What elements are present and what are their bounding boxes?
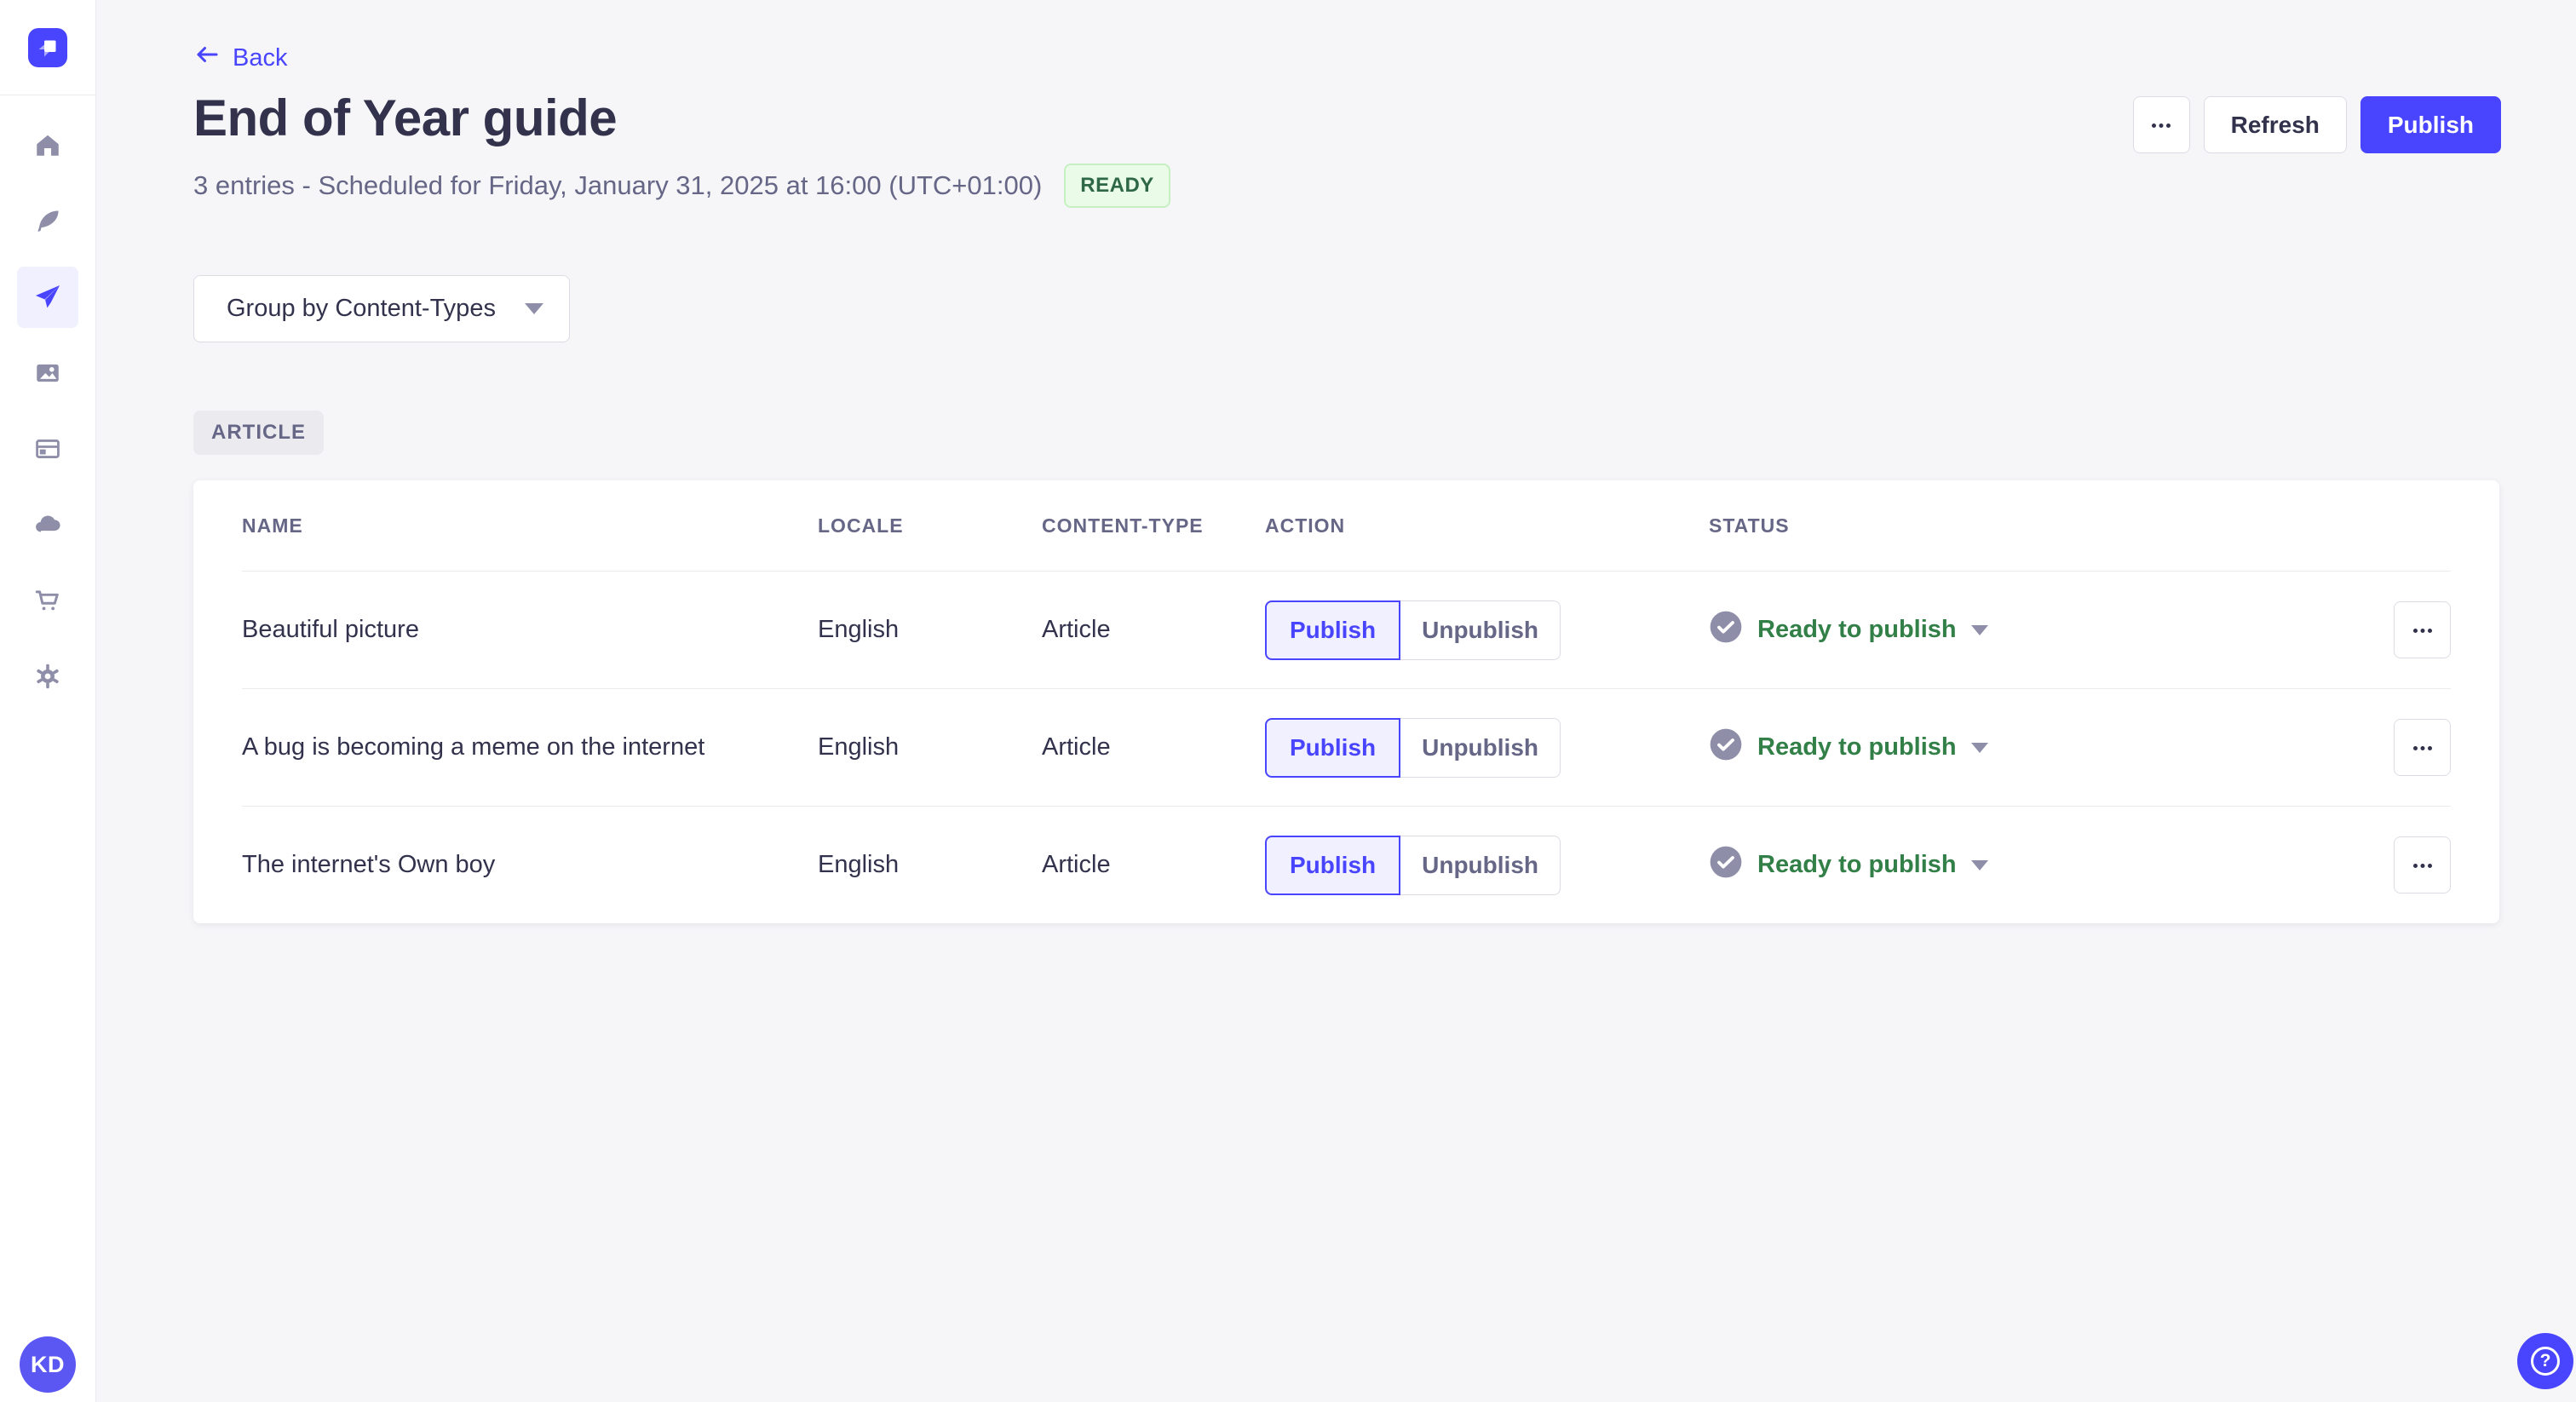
sidebar-item-settings[interactable] xyxy=(17,646,78,707)
back-link[interactable]: Back xyxy=(193,41,287,75)
check-circle-icon xyxy=(1709,845,1743,886)
publish-toggle-button[interactable]: Publish xyxy=(1265,717,1401,778)
row-more-button[interactable] xyxy=(2394,836,2451,893)
header-actions: Refresh Publish xyxy=(2132,96,2501,153)
release-more-button[interactable] xyxy=(2132,96,2190,153)
page-title: End of Year guide xyxy=(193,89,618,147)
sidebar-nav xyxy=(0,115,95,707)
unpublish-toggle-button[interactable]: Unpublish xyxy=(1400,717,1561,778)
sidebar-item-home[interactable] xyxy=(17,115,78,176)
check-circle-icon xyxy=(1709,727,1743,768)
home-icon xyxy=(33,131,62,160)
entry-content-type: Article xyxy=(1042,616,1111,643)
cloud-icon xyxy=(32,509,63,540)
entry-status-dropdown[interactable]: Ready to publish xyxy=(1709,727,2394,768)
column-header-content-type: CONTENT-TYPE xyxy=(1042,514,1204,537)
entry-status-dropdown[interactable]: Ready to publish xyxy=(1709,845,2394,886)
table-row: Beautiful picture English Article Publis… xyxy=(242,571,2451,688)
strapi-logo[interactable] xyxy=(0,0,95,95)
row-more-button[interactable] xyxy=(2394,601,2451,658)
sidebar-item-content-manager[interactable] xyxy=(17,191,78,252)
table-row: The internet's Own boy English Article P… xyxy=(242,806,2451,923)
publish-toggle-button[interactable]: Publish xyxy=(1265,835,1401,895)
chevron-down-icon xyxy=(1970,859,1988,871)
table-header-row: NAME LOCALE CONTENT-TYPE ACTION STATUS xyxy=(242,480,2451,571)
check-circle-icon xyxy=(1709,610,1743,651)
status-label: Ready to publish xyxy=(1757,616,1957,643)
more-dots-icon xyxy=(2412,859,2433,871)
column-header-name: NAME xyxy=(242,514,303,537)
gear-icon xyxy=(33,662,62,691)
publish-state-toggle: Publish Unpublish xyxy=(1265,835,1561,895)
content-type-group-badge: ARTICLE xyxy=(193,411,324,455)
release-subtitle-row: 3 entries - Scheduled for Friday, Januar… xyxy=(193,164,1170,208)
refresh-button[interactable]: Refresh xyxy=(2203,96,2347,153)
images-icon xyxy=(33,359,62,388)
entry-action-cell: Publish Unpublish xyxy=(1265,600,1709,660)
sidebar-item-marketplace[interactable] xyxy=(17,570,78,631)
entry-status-dropdown[interactable]: Ready to publish xyxy=(1709,610,2394,651)
column-header-action: ACTION xyxy=(1265,514,1346,537)
sidebar-item-content-type-builder[interactable] xyxy=(17,418,78,480)
main-navigation-sidebar: KD xyxy=(0,0,96,1402)
entry-locale: English xyxy=(818,616,900,643)
entries-table-card: NAME LOCALE CONTENT-TYPE ACTION STATUS B… xyxy=(193,480,2499,923)
table-body: Beautiful picture English Article Publis… xyxy=(242,571,2451,923)
back-arrow-icon xyxy=(193,41,221,75)
publish-release-button[interactable]: Publish xyxy=(2360,96,2501,153)
question-mark-icon: ? xyxy=(2531,1347,2560,1376)
more-dots-icon xyxy=(2151,118,2171,131)
chevron-down-icon xyxy=(525,303,543,314)
column-header-status: STATUS xyxy=(1709,514,1790,537)
entry-content-type: Article xyxy=(1042,733,1111,761)
status-label: Ready to publish xyxy=(1757,851,1957,878)
more-dots-icon xyxy=(2412,623,2433,636)
group-by-label: Group by Content-Types xyxy=(227,295,496,322)
entry-locale: English xyxy=(818,851,900,878)
unpublish-toggle-button[interactable]: Unpublish xyxy=(1400,835,1561,895)
group-by-select[interactable]: Group by Content-Types xyxy=(193,275,570,342)
feather-icon xyxy=(33,207,62,236)
user-avatar[interactable]: KD xyxy=(20,1336,76,1393)
sidebar-item-cloud[interactable] xyxy=(17,494,78,555)
column-header-locale: LOCALE xyxy=(818,514,904,537)
entry-locale: English xyxy=(818,733,900,761)
publish-state-toggle: Publish Unpublish xyxy=(1265,717,1561,778)
status-label: Ready to publish xyxy=(1757,733,1957,761)
publish-state-toggle: Publish Unpublish xyxy=(1265,600,1561,660)
entry-name: A bug is becoming a meme on the internet xyxy=(242,733,705,761)
layout-icon xyxy=(33,434,62,463)
entry-action-cell: Publish Unpublish xyxy=(1265,717,1709,778)
cart-icon xyxy=(33,586,62,615)
entry-name: The internet's Own boy xyxy=(242,851,496,878)
help-button[interactable]: ? xyxy=(2517,1333,2573,1389)
chevron-down-icon xyxy=(1970,742,1988,753)
chevron-down-icon xyxy=(1970,624,1988,635)
entry-action-cell: Publish Unpublish xyxy=(1265,835,1709,895)
publish-toggle-button[interactable]: Publish xyxy=(1265,600,1401,660)
release-subtitle: 3 entries - Scheduled for Friday, Januar… xyxy=(193,170,1043,200)
entry-name: Beautiful picture xyxy=(242,616,419,643)
status-badge: READY xyxy=(1064,164,1170,208)
sidebar-item-media-library[interactable] xyxy=(17,342,78,404)
sidebar-item-releases[interactable] xyxy=(17,267,78,328)
unpublish-toggle-button[interactable]: Unpublish xyxy=(1400,600,1561,660)
paper-plane-icon xyxy=(32,282,63,313)
row-more-button[interactable] xyxy=(2394,719,2451,776)
table-row: A bug is becoming a meme on the internet… xyxy=(242,688,2451,806)
more-dots-icon xyxy=(2412,741,2433,754)
entry-content-type: Article xyxy=(1042,851,1111,878)
back-label: Back xyxy=(233,43,288,72)
